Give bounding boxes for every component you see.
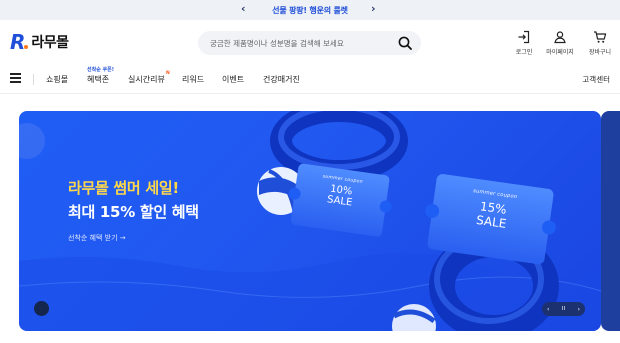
logo-mark-icon: R (10, 30, 26, 54)
nav-item-magazine[interactable]: 건강매거진 (263, 74, 300, 85)
pager-pause-icon[interactable]: II (562, 306, 565, 312)
nav-badge-coupon: 선착순 쿠폰! (87, 67, 115, 73)
banner-title: 라무몰 썸머 세일! (68, 179, 179, 197)
logo-dot (24, 45, 29, 49)
cart-button[interactable]: 장바구니 (583, 30, 617, 56)
new-badge: N (166, 71, 170, 76)
next-slide-peek[interactable] (601, 111, 620, 331)
cart-icon (594, 31, 607, 43)
mypage-button[interactable]: 마이페이지 (543, 30, 577, 56)
nav-item-live-review[interactable]: 실시간리뷰 (128, 74, 165, 85)
login-button[interactable]: 로그인 (507, 30, 541, 56)
nav-item-event[interactable]: 이벤트 (222, 74, 244, 85)
nav-divider (33, 74, 34, 85)
header: R 라무몰 로그인 마이페이지 장바구니 (0, 20, 620, 66)
pager-prev-button[interactable]: ‹ (547, 306, 549, 313)
banner-pause-button[interactable] (34, 301, 49, 316)
banner-cta-link[interactable]: 선착순 혜택 받기 → (68, 233, 126, 243)
banner-pager: ‹ II › (542, 302, 585, 316)
pager-next-button[interactable]: › (578, 306, 580, 313)
login-icon (518, 30, 530, 44)
logo-text: 라무몰 (31, 35, 69, 51)
cart-label: 장바구니 (588, 49, 612, 56)
nav-item-customer-center[interactable]: 고객센터 (582, 74, 610, 85)
announcement-prev-button[interactable]: ‹ (241, 2, 246, 15)
announcement-next-button[interactable]: › (371, 2, 376, 15)
mypage-label: 마이페이지 (546, 49, 574, 56)
announcement-bar: ‹ 선물 팡팡! 행운의 룰렛 › (0, 0, 620, 20)
hero-banner[interactable]: summer coupon 10% SALE summer coupon 15%… (19, 111, 601, 331)
main-nav: 쇼핑몰 선착순 쿠폰! 혜택존 실시간리뷰 N 리워드 이벤트 건강매거진 고객… (0, 66, 620, 94)
mypage-icon (554, 31, 566, 44)
logo[interactable]: R 라무몰 (10, 32, 69, 52)
search-bar (198, 31, 421, 55)
nav-item-shop[interactable]: 쇼핑몰 (46, 74, 68, 85)
search-icon[interactable] (398, 36, 412, 50)
nav-item-reward[interactable]: 리워드 (182, 74, 204, 85)
login-label: 로그인 (515, 49, 533, 56)
hamburger-menu-icon[interactable] (10, 73, 22, 85)
nav-item-benefit[interactable]: 혜택존 (87, 74, 109, 85)
banner-subtitle: 최대 15% 할인 혜택 (68, 203, 199, 221)
announcement-text[interactable]: 선물 팡팡! 행운의 룰렛 (272, 5, 348, 16)
search-input[interactable] (210, 35, 390, 51)
